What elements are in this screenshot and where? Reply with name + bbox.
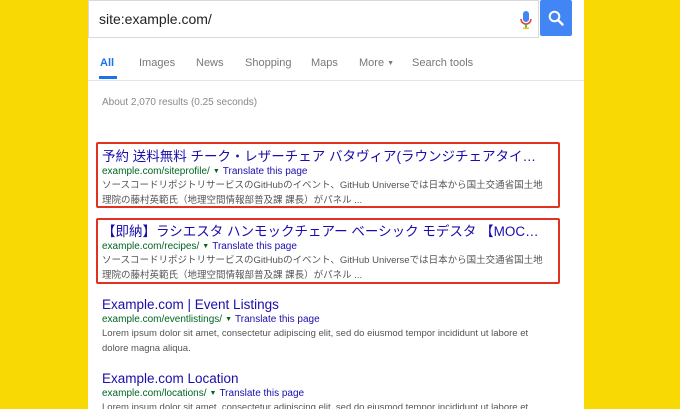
result-url[interactable]: example.com/recipes/: [102, 241, 199, 252]
result-title[interactable]: Example.com | Event Listings: [102, 296, 542, 313]
tab-images[interactable]: Images: [139, 57, 175, 69]
translate-link[interactable]: Translate this page: [219, 388, 304, 399]
caret-down-icon[interactable]: ▼: [213, 168, 220, 175]
result-stats: About 2,070 results (0.25 seconds): [102, 97, 258, 108]
search-bar: [88, 0, 539, 38]
translate-link[interactable]: Translate this page: [212, 241, 297, 252]
search-icon: [548, 10, 564, 26]
result-title[interactable]: 【即納】ラシエスタ ハンモックチェアー ベーシック モデスタ 【MOC1...: [102, 223, 542, 240]
result-snippet: ソースコードリポジトリサービスのGitHubのイベント、GitHub Unive…: [102, 255, 543, 281]
tab-search-tools[interactable]: Search tools: [412, 57, 473, 69]
caret-down-icon[interactable]: ▼: [210, 390, 217, 397]
search-result: Example.com Location example.com/locatio…: [102, 370, 552, 409]
caret-down-icon[interactable]: ▼: [202, 243, 209, 250]
search-result: Example.com | Event Listings example.com…: [102, 296, 552, 356]
result-snippet: Lorem ipsum dolor sit amet, consectetur …: [102, 328, 529, 354]
result-url[interactable]: example.com/siteprofile/: [102, 166, 210, 177]
search-result: 予約 送料無料 チーク・レザーチェア バタヴィア(ラウンジチェアタイプ ... …: [102, 148, 552, 208]
search-tabs: All Images News Shopping Maps More ▼ Sear…: [88, 38, 584, 81]
tab-shopping[interactable]: Shopping: [245, 57, 292, 69]
search-results-page: All Images News Shopping Maps More▼ Sear…: [88, 0, 584, 409]
result-snippet: Lorem ipsum dolor sit amet, consectetur …: [102, 402, 529, 409]
result-url[interactable]: example.com/locations/: [102, 388, 207, 399]
result-url-line: example.com/eventlistings/▼ Translate thi…: [102, 313, 552, 326]
tab-all[interactable]: All: [100, 57, 114, 69]
tab-maps[interactable]: Maps: [311, 57, 338, 69]
result-title[interactable]: Example.com Location: [102, 370, 542, 387]
caret-down-icon: ▼: [387, 60, 394, 67]
mic-icon[interactable]: [519, 10, 533, 30]
search-result: 【即納】ラシエスタ ハンモックチェアー ベーシック モデスタ 【MOC1... …: [102, 223, 552, 283]
result-url-line: example.com/locations/▼ Translate this pa…: [102, 387, 552, 400]
tab-more-label: More: [359, 57, 385, 69]
translate-link[interactable]: Translate this page: [223, 166, 308, 177]
result-snippet: ソースコードリポジトリサービスのGitHubのイベント、GitHub Unive…: [102, 180, 543, 206]
result-url[interactable]: example.com/eventlistings/: [102, 314, 222, 325]
caret-down-icon[interactable]: ▼: [225, 316, 232, 323]
tab-news[interactable]: News: [196, 57, 224, 69]
search-button[interactable]: [540, 0, 572, 36]
result-url-line: example.com/siteprofile/▼ Translate this …: [102, 165, 552, 178]
tab-more[interactable]: More ▼: [359, 57, 394, 69]
result-title[interactable]: 予約 送料無料 チーク・レザーチェア バタヴィア(ラウンジチェアタイプ ...: [102, 148, 542, 165]
translate-link[interactable]: Translate this page: [235, 314, 320, 325]
active-tab-indicator: [99, 76, 117, 79]
search-input[interactable]: [99, 9, 499, 29]
result-url-line: example.com/recipes/▼ Translate this page: [102, 240, 552, 253]
